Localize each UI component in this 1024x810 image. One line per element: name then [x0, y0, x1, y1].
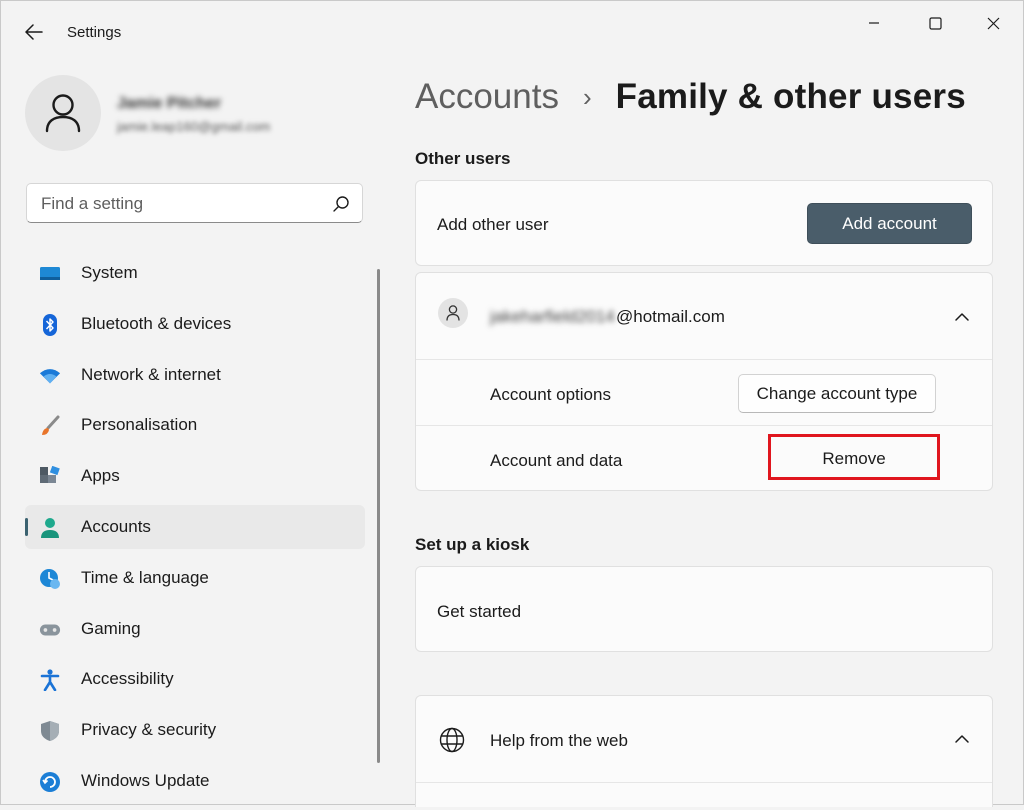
back-button[interactable] — [21, 19, 47, 45]
shield-icon — [39, 720, 61, 742]
search-icon[interactable] — [332, 195, 350, 213]
bluetooth-icon — [39, 313, 61, 336]
app-title: Settings — [67, 24, 122, 41]
help-from-web-label: Help from the web — [490, 731, 628, 750]
section-title-kiosk: Set up a kiosk — [415, 535, 530, 554]
add-other-user-label: Add other user — [437, 215, 549, 234]
profile-email: jamie.leap160@gmail.com — [117, 119, 271, 134]
sidebar-item-windows-update[interactable]: Windows Update — [25, 759, 365, 803]
update-icon — [39, 771, 61, 793]
sidebar-item-label: System — [81, 263, 138, 282]
gamepad-icon — [39, 619, 61, 641]
add-account-button[interactable]: Add account — [807, 203, 972, 244]
change-account-type-button[interactable]: Change account type — [738, 374, 936, 413]
sidebar-item-accounts[interactable]: Accounts — [25, 504, 365, 549]
close-icon — [987, 17, 999, 29]
divider — [416, 425, 992, 426]
sidebar-item-label: Network & internet — [81, 364, 221, 384]
sidebar-scrollbar[interactable] — [377, 269, 380, 763]
globe-icon — [439, 727, 465, 753]
arrow-left-icon — [25, 24, 43, 40]
user-email-blurred: jakeharfield2014 — [490, 307, 615, 326]
user-email-domain: @hotmail.com — [616, 307, 725, 326]
kiosk-card[interactable]: Get started — [415, 566, 993, 652]
sidebar-item-label: Bluetooth & devices — [81, 313, 232, 333]
sidebar-item-label: Gaming — [81, 618, 141, 638]
system-icon — [39, 263, 61, 285]
section-title-other-users: Other users — [415, 149, 511, 168]
sidebar-item-gaming[interactable]: Gaming — [25, 607, 365, 651]
person-icon — [45, 94, 81, 133]
sidebar-item-network[interactable]: Network & internet — [25, 353, 365, 397]
help-card: Help from the web — [415, 695, 993, 807]
divider — [416, 359, 992, 360]
brush-icon — [39, 415, 61, 437]
breadcrumb: Accounts › Family & other users — [415, 77, 966, 117]
add-user-card: Add other user Add account — [415, 180, 993, 266]
avatar — [438, 298, 468, 328]
sidebar-item-label: Apps — [81, 466, 120, 486]
sidebar-item-label: Time & language — [81, 567, 209, 587]
maximize-button[interactable] — [912, 9, 958, 37]
search-input[interactable] — [39, 184, 323, 224]
wifi-icon — [39, 365, 61, 387]
profile-name: Jamie Pitcher — [117, 95, 222, 112]
sidebar-item-label: Windows Update — [81, 770, 210, 790]
maximize-icon — [928, 16, 942, 30]
sidebar-item-accessibility[interactable]: Accessibility — [25, 657, 365, 701]
person-icon — [446, 305, 460, 321]
sidebar-item-apps[interactable]: Apps — [25, 454, 365, 498]
sidebar-item-personalisation[interactable]: Personalisation — [25, 403, 365, 447]
sidebar-item-time-language[interactable]: Time & language — [25, 556, 365, 600]
settings-window: Settings Jamie Pitcher jamie.leap160@gma… — [0, 0, 1024, 807]
sidebar-item-bluetooth[interactable]: Bluetooth & devices — [25, 302, 365, 346]
sidebar-item-label: Personalisation — [81, 415, 198, 435]
accessibility-icon — [39, 669, 61, 692]
apps-icon — [39, 466, 61, 488]
account-options-label: Account options — [490, 385, 611, 404]
breadcrumb-separator: › — [582, 81, 592, 112]
remove-highlight-box — [768, 434, 940, 480]
chevron-up-icon[interactable] — [953, 308, 971, 326]
minimize-button[interactable] — [851, 9, 897, 37]
sidebar-item-label: Privacy & security — [81, 720, 217, 740]
chevron-up-icon[interactable] — [953, 730, 971, 748]
sidebar-item-privacy-security[interactable]: Privacy & security — [25, 708, 365, 752]
sidebar-nav: System Bluetooth & devices Network & int… — [25, 251, 365, 810]
sidebar-item-label: Accounts — [81, 516, 151, 536]
minimize-icon — [869, 22, 879, 24]
page-title: Family & other users — [615, 77, 966, 116]
close-button[interactable] — [970, 9, 1016, 37]
sidebar-item-system[interactable]: System — [25, 251, 365, 295]
sidebar-item-label: Accessibility — [81, 669, 174, 689]
avatar — [25, 75, 101, 151]
breadcrumb-parent[interactable]: Accounts — [415, 77, 559, 117]
search-box — [26, 183, 363, 224]
title-bar: Settings — [1, 1, 1024, 53]
get-started-label: Get started — [437, 602, 522, 621]
divider — [416, 782, 992, 783]
time-language-icon — [39, 568, 61, 590]
accounts-icon — [39, 517, 61, 539]
account-and-data-label: Account and data — [490, 451, 623, 470]
